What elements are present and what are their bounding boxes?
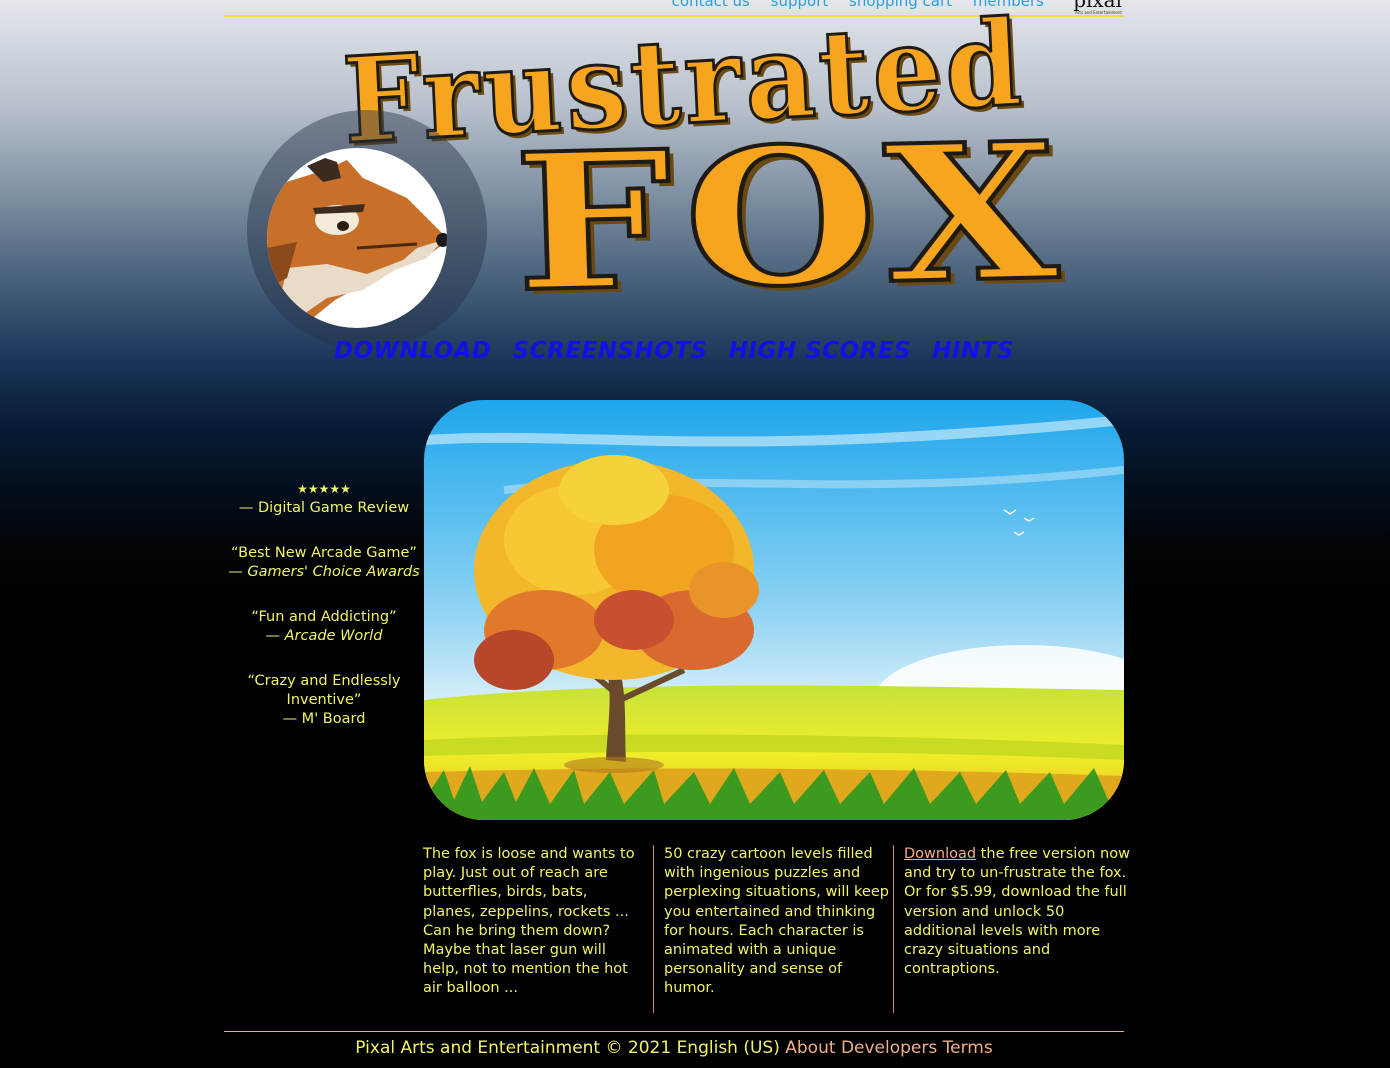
quote-source: — Arcade World [224, 627, 424, 646]
footer-link-about[interactable]: About [785, 1038, 835, 1058]
quote-source: — M' Board [282, 711, 366, 727]
download-link[interactable]: Download [904, 846, 976, 862]
quote-source-name: Arcade World [284, 628, 383, 644]
description-column-1: The fox is loose and wants to play. Just… [423, 845, 639, 1013]
footer-link-developers[interactable]: Developers [841, 1038, 937, 1058]
description-text: The fox is loose and wants to play. Just… [423, 846, 635, 997]
description-text: 50 crazy cartoon levels filled with inge… [664, 846, 889, 997]
quote-item: “Fun and Addicting” — Arcade World [224, 608, 424, 646]
quote-source-prefix: — [265, 628, 285, 644]
nav-high-scores[interactable]: HIGH SCORES [729, 338, 911, 364]
quote-text: “Crazy and Endlessly Inventive” [247, 673, 401, 708]
nav-screenshots[interactable]: SCREENSHOTS [513, 338, 708, 364]
main-nav: DOWNLOAD SCREENSHOTS HIGH SCORES HINTS [224, 338, 1124, 364]
quote-item: “Crazy and Endlessly Inventive” — M' Boa… [224, 672, 424, 729]
description-column-3: Download the free version now and try to… [893, 845, 1130, 1013]
footer-link-terms[interactable]: Terms [943, 1038, 993, 1058]
hero-image [424, 400, 1124, 820]
footer-copyright: Pixal Arts and Entertainment © 2021 Engl… [355, 1038, 780, 1058]
fox-head-icon [267, 148, 447, 328]
quote-text: “Best New Arcade Game” [231, 545, 417, 561]
description-text: Download the free version now and try to… [904, 845, 1130, 979]
rating-stars: ★★★★★ [297, 482, 351, 496]
description-text-rest: the free version now and try to un-frust… [904, 846, 1130, 978]
quote-text: “Fun and Addicting” [251, 609, 397, 625]
description-column-2: 50 crazy cartoon levels filled with inge… [653, 845, 890, 1013]
review-quotes: ★★★★★ — Digital Game Review “Best New Ar… [224, 480, 424, 755]
quote-item: “Best New Arcade Game” — Gamers' Choice … [224, 544, 424, 582]
nav-download[interactable]: DOWNLOAD [334, 338, 492, 364]
quote-item: ★★★★★ — Digital Game Review [224, 480, 424, 518]
logo-title-line2: FOX [509, 99, 1074, 337]
quote-source: — Gamers' Choice Awards [224, 563, 424, 582]
quote-source-name: Gamers' Choice Awards [247, 564, 420, 580]
page-container: contact us support shopping cart members… [224, 0, 1130, 1068]
nav-hints[interactable]: HINTS [932, 338, 1014, 364]
description-columns: The fox is loose and wants to play. Just… [423, 845, 1130, 1013]
footer: Pixal Arts and Entertainment © 2021 Engl… [224, 1031, 1124, 1058]
autumn-tree-landscape [424, 400, 1124, 820]
quote-source-prefix: — [228, 564, 248, 580]
game-logo: Frustrated FOX [224, 0, 1124, 350]
quote-source: — Digital Game Review [238, 500, 410, 516]
